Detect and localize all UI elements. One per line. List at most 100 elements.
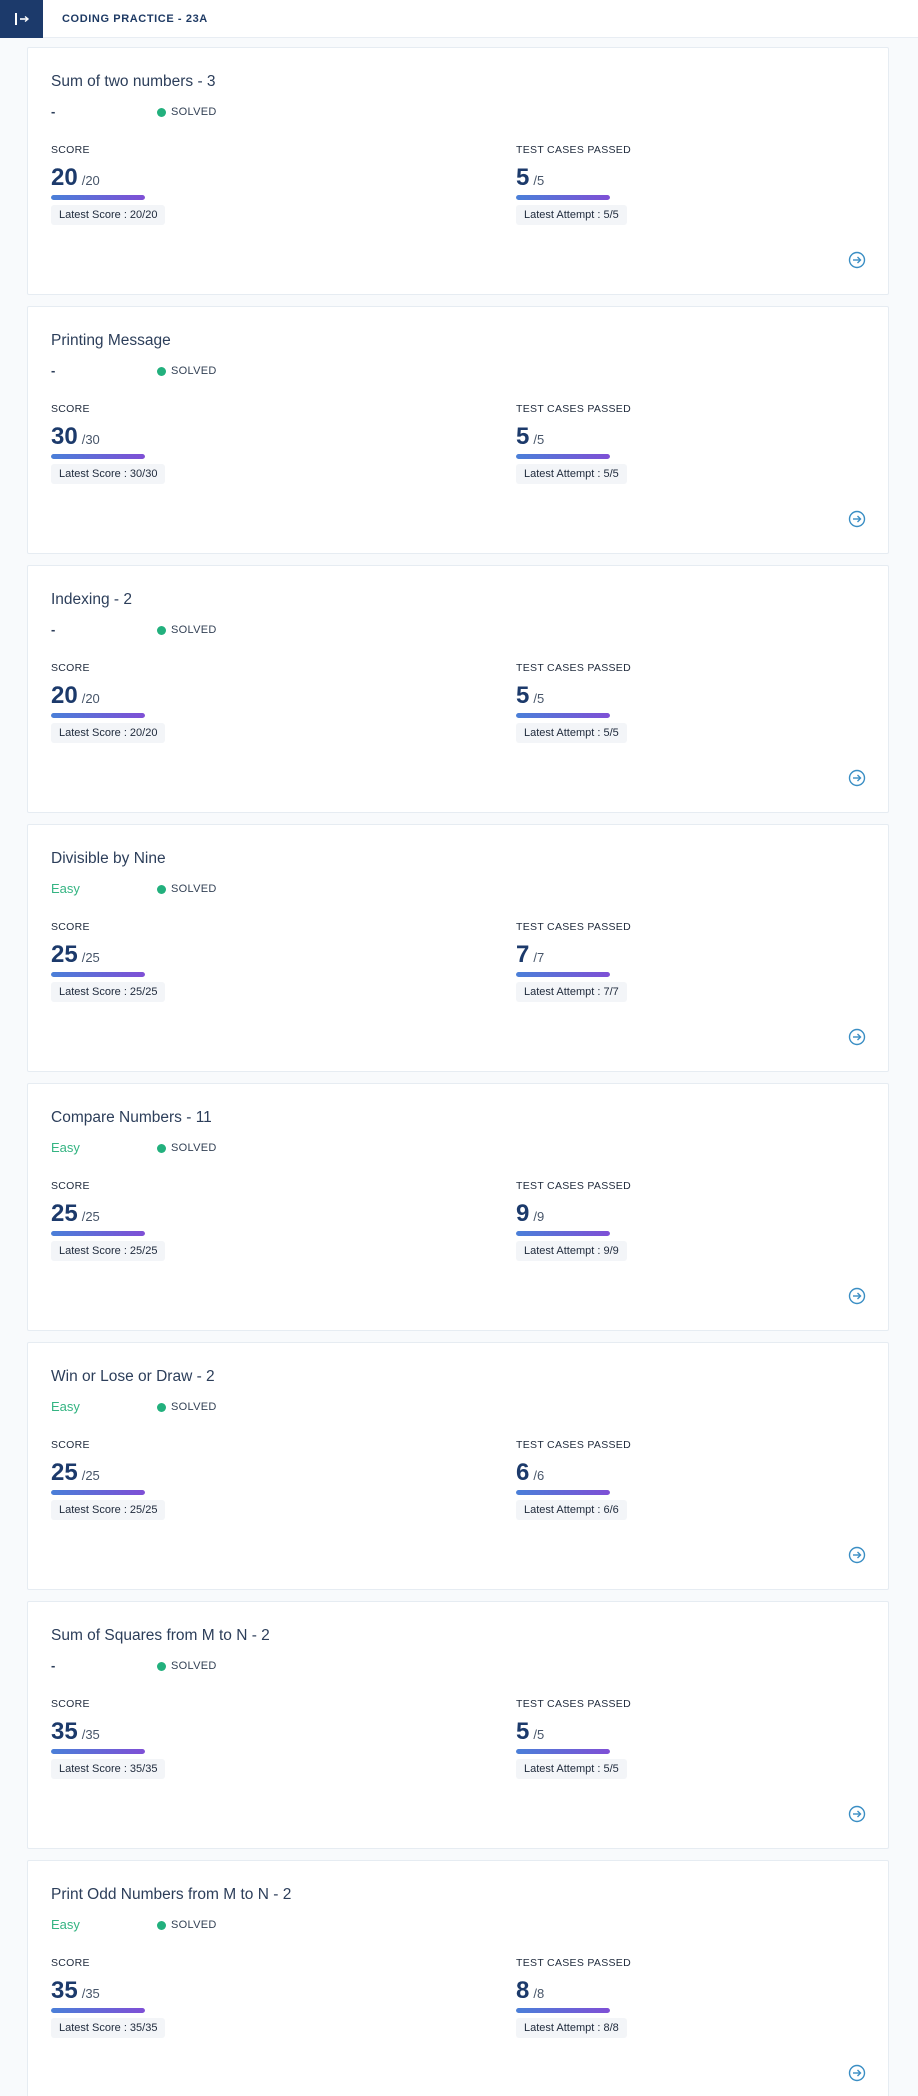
score-progress-bar	[51, 713, 145, 718]
score-progress-bar	[51, 2008, 145, 2013]
tests-section: TEST CASES PASSED 9/9 Latest Attempt : 9/9	[516, 1180, 816, 1261]
latest-attempt: Latest Attempt : 7/7	[516, 982, 627, 1002]
tests-value: 5	[516, 1718, 530, 1745]
status-text: SOLVED	[171, 624, 217, 636]
status-text: SOLVED	[171, 106, 217, 118]
status-badge: SOLVED	[157, 1660, 217, 1672]
solved-dot-icon	[157, 625, 166, 635]
score-value: 25	[51, 1459, 78, 1486]
score-section: SCORE 35/35 Latest Score : 35/35	[51, 1698, 351, 1779]
tests-total: /8	[533, 1986, 545, 2001]
status-text: SOLVED	[171, 1660, 217, 1672]
difficulty-label: Easy	[51, 881, 80, 896]
tests-label: TEST CASES PASSED	[516, 1957, 631, 1969]
arrow-right-circle-icon[interactable]	[848, 1028, 866, 1046]
status-text: SOLVED	[171, 1919, 217, 1931]
difficulty-label: -	[51, 104, 56, 119]
difficulty-label: -	[51, 1658, 56, 1673]
score-total: /30	[81, 432, 100, 447]
question-card: Win or Lose or Draw - 2 Easy SOLVED SCORE 25…	[27, 1342, 889, 1590]
score-total: /20	[81, 173, 100, 188]
tests-label: TEST CASES PASSED	[516, 1439, 631, 1451]
score-label: SCORE	[51, 1698, 90, 1710]
question-title[interactable]: Print Odd Numbers from M to N - 2	[51, 1886, 291, 1904]
question-title[interactable]: Win or Lose or Draw - 2	[51, 1368, 215, 1386]
status-badge: SOLVED	[157, 1401, 217, 1413]
arrow-right-circle-icon[interactable]	[848, 251, 866, 269]
latest-attempt: Latest Attempt : 8/8	[516, 2018, 627, 2038]
difficulty-label: Easy	[51, 1140, 80, 1155]
latest-attempt: Latest Attempt : 5/5	[516, 205, 627, 225]
score-label: SCORE	[51, 144, 90, 156]
score-total: /35	[81, 1986, 100, 2001]
tests-section: TEST CASES PASSED 5/5 Latest Attempt : 5/5	[516, 403, 816, 484]
question-title[interactable]: Compare Numbers - 11	[51, 1109, 212, 1127]
score-label: SCORE	[51, 403, 90, 415]
latest-attempt: Latest Attempt : 9/9	[516, 1241, 627, 1261]
question-title[interactable]: Divisible by Nine	[51, 850, 166, 868]
question-title[interactable]: Sum of two numbers - 3	[51, 73, 216, 91]
score-label: SCORE	[51, 1439, 90, 1451]
tests-section: TEST CASES PASSED 6/6 Latest Attempt : 6/6	[516, 1439, 816, 1520]
tests-progress-bar	[516, 454, 610, 459]
tests-section: TEST CASES PASSED 8/8 Latest Attempt : 8/8	[516, 1957, 816, 2038]
solved-dot-icon	[157, 107, 166, 117]
tests-section: TEST CASES PASSED 5/5 Latest Attempt : 5/5	[516, 662, 816, 743]
sidebar-collapse-icon[interactable]	[0, 0, 43, 38]
score-total: /20	[81, 691, 100, 706]
question-card: Printing Message - SOLVED SCORE 30/30 Latest …	[27, 306, 889, 554]
question-title[interactable]: Sum of Squares from M to N - 2	[51, 1627, 270, 1645]
latest-score: Latest Score : 35/35	[51, 2018, 166, 2038]
latest-attempt: Latest Attempt : 5/5	[516, 1759, 627, 1779]
question-card: Print Odd Numbers from M to N - 2 Easy SOL…	[27, 1860, 889, 2096]
arrow-right-circle-icon[interactable]	[848, 510, 866, 528]
status-text: SOLVED	[171, 365, 217, 377]
score-total: /25	[81, 1468, 100, 1483]
score-value: 25	[51, 941, 78, 968]
tests-value: 5	[516, 423, 530, 450]
score-section: SCORE 25/25 Latest Score : 25/25	[51, 921, 351, 1002]
tests-total: /6	[533, 1468, 545, 1483]
arrow-right-circle-icon[interactable]	[848, 2064, 866, 2082]
score-section: SCORE 25/25 Latest Score : 25/25	[51, 1180, 351, 1261]
status-text: SOLVED	[171, 883, 217, 895]
score-progress-bar	[51, 1749, 145, 1754]
score-section: SCORE 20/20 Latest Score : 20/20	[51, 144, 351, 225]
question-title[interactable]: Printing Message	[51, 332, 171, 350]
score-progress-bar	[51, 1490, 145, 1495]
arrow-right-circle-icon[interactable]	[848, 1287, 866, 1305]
latest-score: Latest Score : 20/20	[51, 205, 166, 225]
status-badge: SOLVED	[157, 365, 217, 377]
arrow-right-circle-icon[interactable]	[848, 1805, 866, 1823]
solved-dot-icon	[157, 1920, 166, 1930]
top-bar: CODING PRACTICE - 23A	[0, 0, 918, 38]
tests-total: /9	[533, 1209, 545, 1224]
tests-section: TEST CASES PASSED 7/7 Latest Attempt : 7/7	[516, 921, 816, 1002]
score-progress-bar	[51, 1231, 145, 1236]
tests-label: TEST CASES PASSED	[516, 921, 631, 933]
score-value: 35	[51, 1977, 78, 2004]
tests-label: TEST CASES PASSED	[516, 403, 631, 415]
score-value: 30	[51, 423, 78, 450]
question-card: Divisible by Nine Easy SOLVED SCORE 25/25 Lat…	[27, 824, 889, 1072]
arrow-right-circle-icon[interactable]	[848, 769, 866, 787]
question-card: Sum of two numbers - 3 - SOLVED SCORE 20/20 L…	[27, 47, 889, 295]
tests-progress-bar	[516, 972, 610, 977]
tests-total: /7	[533, 950, 545, 965]
score-total: /25	[81, 950, 100, 965]
status-badge: SOLVED	[157, 624, 217, 636]
tests-progress-bar	[516, 1490, 610, 1495]
tests-progress-bar	[516, 195, 610, 200]
score-label: SCORE	[51, 921, 90, 933]
tests-value: 8	[516, 1977, 530, 2004]
score-section: SCORE 35/35 Latest Score : 35/35	[51, 1957, 351, 2038]
difficulty-label: -	[51, 622, 56, 637]
tests-value: 7	[516, 941, 530, 968]
question-title[interactable]: Indexing - 2	[51, 591, 132, 609]
score-section: SCORE 30/30 Latest Score : 30/30	[51, 403, 351, 484]
arrow-right-circle-icon[interactable]	[848, 1546, 866, 1564]
tests-total: /5	[533, 691, 545, 706]
score-value: 20	[51, 682, 78, 709]
score-label: SCORE	[51, 1180, 90, 1192]
tests-progress-bar	[516, 1231, 610, 1236]
